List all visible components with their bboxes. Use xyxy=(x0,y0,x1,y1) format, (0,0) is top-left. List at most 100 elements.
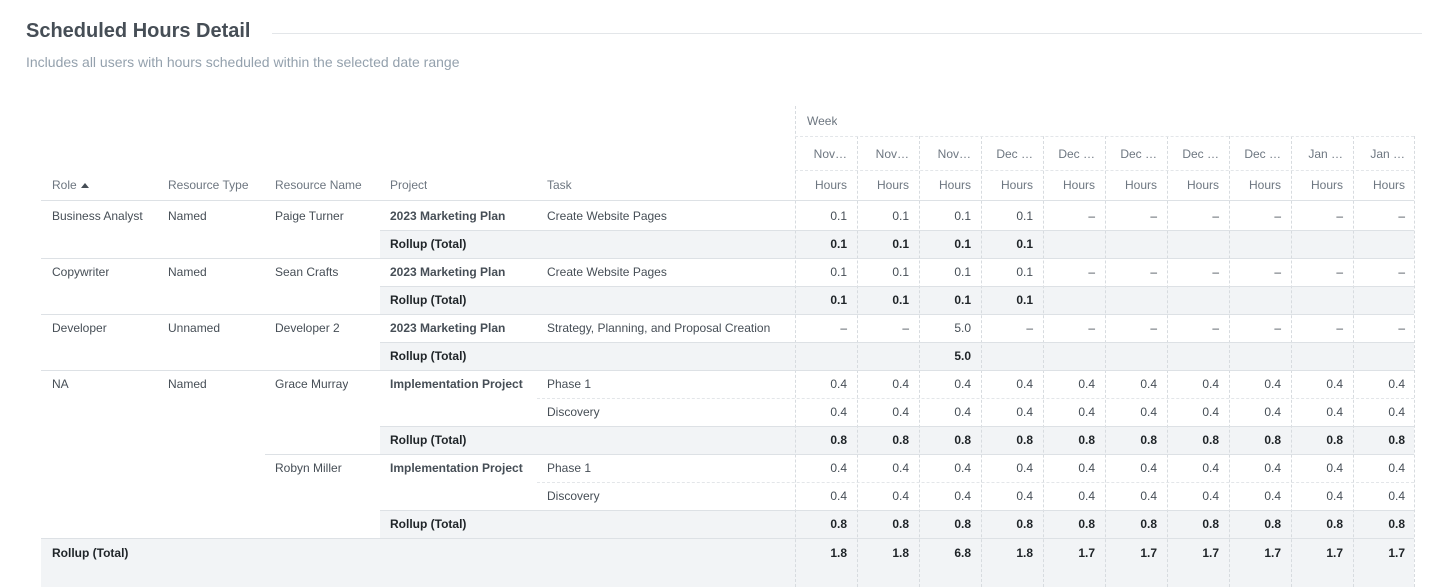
grand-total-hours-cell: 1.8 xyxy=(1016,546,1033,560)
hours-cell: 0.4 xyxy=(954,377,971,391)
hours-column-header: Hours xyxy=(876,178,909,192)
rollup-hours-cell: 0.8 xyxy=(1264,433,1281,447)
hours-cell: 0.4 xyxy=(830,377,847,391)
week-column-header[interactable]: Jan … xyxy=(1291,140,1353,168)
role-cell: NA xyxy=(52,377,69,391)
rollup-hours-cell: 0.1 xyxy=(830,237,847,251)
sort-ascending-icon[interactable] xyxy=(80,183,89,188)
week-column-header[interactable]: Jan … xyxy=(1353,140,1415,168)
hours-column-header: Hours xyxy=(938,178,971,192)
column-header-role[interactable]: Role xyxy=(52,171,89,199)
hours-cell: – xyxy=(1150,209,1157,223)
task-cell: Discovery xyxy=(547,405,600,419)
hours-cell: – xyxy=(1274,265,1281,279)
hours-cell: – xyxy=(1088,209,1095,223)
grand-total-hours-cell: 1.7 xyxy=(1264,546,1281,560)
hours-cell: 0.4 xyxy=(1140,377,1157,391)
hours-cell: 0.4 xyxy=(1016,377,1033,391)
hours-cell: 0.4 xyxy=(892,461,909,475)
resource-type-cell: Unnamed xyxy=(168,321,221,335)
group-bottom-border xyxy=(41,370,1414,371)
hours-cell: 0.4 xyxy=(830,489,847,503)
hours-column-header: Hours xyxy=(1248,178,1281,192)
hours-cell: – xyxy=(1398,209,1405,223)
week-column-header[interactable]: Dec … xyxy=(1229,140,1291,168)
hours-cell: 0.4 xyxy=(1202,489,1219,503)
rollup-top-border xyxy=(380,286,1414,287)
task-cell: Strategy, Planning, and Proposal Creatio… xyxy=(547,321,771,335)
rollup-hours-cell: 0.1 xyxy=(1016,293,1033,307)
column-header-resource-name[interactable]: Resource Name xyxy=(275,171,362,199)
hours-cell: 0.4 xyxy=(1388,405,1405,419)
week-column-header[interactable]: Dec … xyxy=(1167,140,1229,168)
project-cell: 2023 Marketing Plan xyxy=(390,265,506,279)
hours-cell: 0.4 xyxy=(1202,377,1219,391)
report-title: Scheduled Hours Detail xyxy=(26,20,251,42)
project-cell: Implementation Project xyxy=(390,377,523,391)
column-header-role-label: Role xyxy=(52,178,77,192)
hours-column-header: Hours xyxy=(1310,178,1343,192)
hours-cell: 0.4 xyxy=(1202,461,1219,475)
rollup-hours-cell: 0.8 xyxy=(830,517,847,531)
hours-cell: – xyxy=(1274,209,1281,223)
rollup-label: Rollup (Total) xyxy=(390,433,467,447)
role-cell: Developer xyxy=(52,321,107,335)
project-cell: Implementation Project xyxy=(390,461,523,475)
hours-cell: 0.4 xyxy=(1016,461,1033,475)
rollup-top-border xyxy=(380,510,1414,511)
rollup-hours-cell: 0.1 xyxy=(954,293,971,307)
column-header-task[interactable]: Task xyxy=(547,171,572,199)
hours-cell: 0.4 xyxy=(1078,405,1095,419)
rollup-hours-cell: 0.8 xyxy=(1326,517,1343,531)
hours-cell: 0.4 xyxy=(954,489,971,503)
rollup-hours-cell: 0.1 xyxy=(892,293,909,307)
hours-cell: 5.0 xyxy=(954,321,971,335)
hours-cell: 0.4 xyxy=(830,461,847,475)
hours-cell: 0.4 xyxy=(1388,377,1405,391)
rollup-hours-cell: 0.8 xyxy=(1264,517,1281,531)
hours-cell: 0.1 xyxy=(1016,209,1033,223)
rollup-hours-cell: 0.8 xyxy=(1016,517,1033,531)
resource-name-cell: Developer 2 xyxy=(275,321,340,335)
hours-cell: 0.1 xyxy=(1016,265,1033,279)
group-bottom-border xyxy=(41,314,1414,315)
week-column-header[interactable]: Nov… xyxy=(795,140,857,168)
resource-name-cell: Robyn Miller xyxy=(275,461,342,475)
grand-total-hours-cell: 1.7 xyxy=(1078,546,1095,560)
week-column-header[interactable]: Nov… xyxy=(857,140,919,168)
hours-column-header: Hours xyxy=(1372,178,1405,192)
hours-cell: 0.4 xyxy=(892,377,909,391)
rollup-top-border xyxy=(380,342,1414,343)
grand-total-hours-cell: 1.7 xyxy=(1140,546,1157,560)
rollup-label: Rollup (Total) xyxy=(390,237,467,251)
rollup-hours-cell: 0.8 xyxy=(1202,433,1219,447)
hours-cell: 0.4 xyxy=(1388,489,1405,503)
hours-cell: – xyxy=(1398,265,1405,279)
column-header-project[interactable]: Project xyxy=(390,171,427,199)
week-column-header[interactable]: Dec … xyxy=(1105,140,1167,168)
hours-cell: 0.4 xyxy=(1140,461,1157,475)
rollup-hours-cell: 0.8 xyxy=(1140,517,1157,531)
week-column-header[interactable]: Nov… xyxy=(919,140,981,168)
hours-cell: – xyxy=(1088,321,1095,335)
rollup-row-bg xyxy=(380,342,1414,370)
week-column-header[interactable]: Dec … xyxy=(1043,140,1105,168)
rollup-hours-cell: 0.8 xyxy=(892,433,909,447)
resource-type-cell: Named xyxy=(168,265,207,279)
rollup-hours-cell: 0.1 xyxy=(830,293,847,307)
column-header-resource-type[interactable]: Resource Type xyxy=(168,171,249,199)
hours-cell: – xyxy=(1336,321,1343,335)
hours-cell: 0.4 xyxy=(830,405,847,419)
hours-cell: 0.4 xyxy=(1078,377,1095,391)
hours-cell: – xyxy=(1026,321,1033,335)
rollup-label: Rollup (Total) xyxy=(390,349,467,363)
task-cell: Discovery xyxy=(547,489,600,503)
task-cell: Phase 1 xyxy=(547,461,592,475)
hours-cell: 0.4 xyxy=(1264,405,1281,419)
resource-name-cell: Grace Murray xyxy=(275,377,349,391)
rollup-label: Rollup (Total) xyxy=(390,517,467,531)
hours-cell: 0.4 xyxy=(1202,405,1219,419)
week-column-header[interactable]: Dec … xyxy=(981,140,1043,168)
rollup-hours-cell: 0.8 xyxy=(892,517,909,531)
hours-cell: 0.4 xyxy=(1326,489,1343,503)
